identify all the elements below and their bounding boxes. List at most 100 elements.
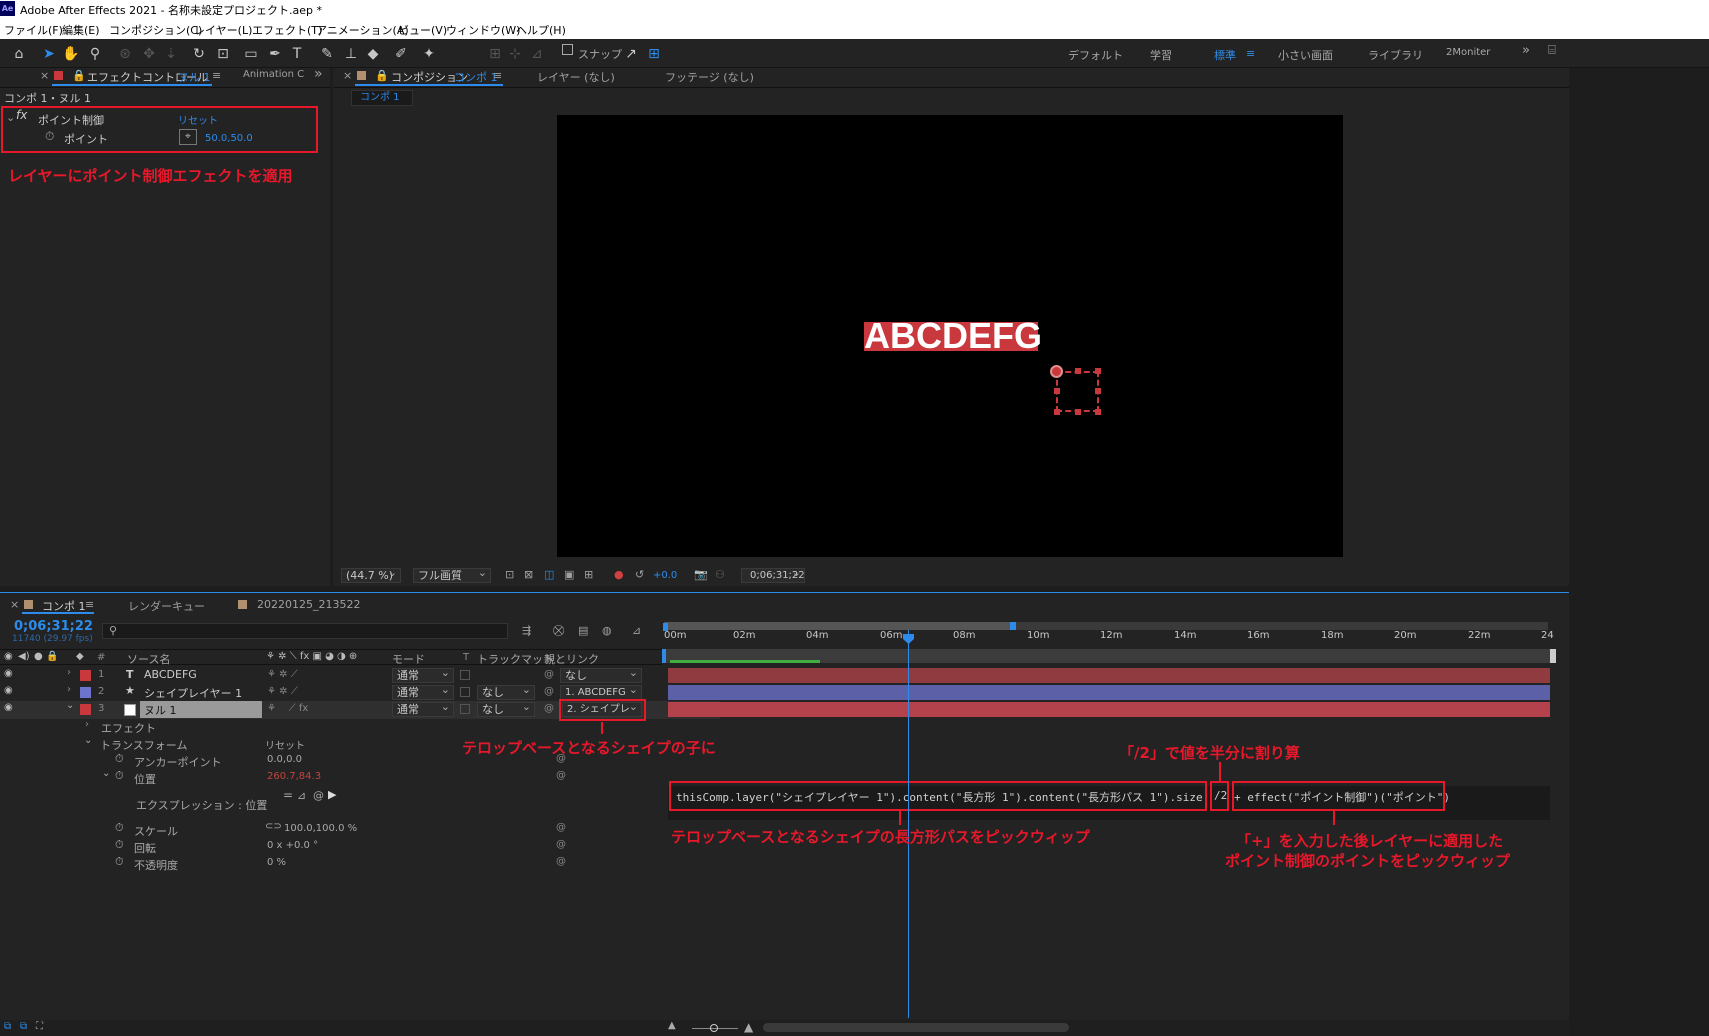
expression-language-menu-icon[interactable]: ▶ [328, 788, 336, 801]
transform-reset-link[interactable]: リセット [265, 737, 305, 752]
expression-part-divide[interactable]: /2 [1214, 789, 1227, 802]
dolly-tool-icon[interactable]: ⇣ [162, 45, 180, 63]
time-ruler[interactable]: 00m 02m 04m 06m 08m 10m 12m 14m 16m 18m … [664, 630, 1554, 648]
workspace-standard[interactable]: 標準 [1214, 47, 1236, 63]
view-axis-icon[interactable]: ⊿ [528, 45, 546, 63]
close-icon[interactable]: × [40, 69, 49, 82]
stopwatch-icon[interactable]: ⏱ [115, 821, 124, 835]
in-out-toggle-icon[interactable]: ⛶ [36, 1021, 43, 1032]
crosshair-icon[interactable]: ⌖ [179, 129, 197, 145]
tab-footage[interactable]: フッテージ (なし) [665, 69, 754, 85]
timeline-timecode[interactable]: 0;06;31;22 [14, 619, 93, 634]
world-axis-icon[interactable]: ⊹ [506, 45, 524, 63]
brush-tool-icon[interactable]: ✎ [318, 45, 336, 63]
zoom-in-icon[interactable]: ▲ [744, 1020, 753, 1034]
transparency-grid-icon[interactable]: ⊠ [524, 568, 533, 581]
parent-dropdown[interactable]: なし [560, 666, 642, 683]
stamp-tool-icon[interactable]: ⊥ [342, 45, 360, 63]
motion-blur-icon[interactable]: ◍ [602, 624, 612, 637]
timeline-zoom-slider[interactable] [710, 1024, 718, 1032]
layer-bar-3[interactable] [668, 702, 1550, 717]
menu-animation[interactable]: アニメーション(A) [316, 22, 409, 38]
chevron-down-icon[interactable]: ⌄ [6, 111, 15, 124]
anchor-tool-icon[interactable]: ⊡ [214, 45, 232, 63]
mode-dropdown[interactable]: 通常 [392, 700, 454, 717]
layer-row[interactable]: ◉ › 1 T ABCDEFG ⚘ ✲ ⟋ 通常 @ なし [0, 666, 720, 685]
rectangle-tool-icon[interactable]: ▭ [242, 45, 260, 63]
workspace-default[interactable]: デフォルト [1068, 47, 1123, 63]
menu-composition[interactable]: コンポジション(C) [109, 22, 202, 38]
axis-icon[interactable]: ⊞ [486, 45, 504, 63]
workspace-menu-icon[interactable]: ≡ [1246, 47, 1255, 60]
current-time-indicator[interactable] [908, 630, 909, 1018]
scale-value[interactable]: 100.0,100.0 % [284, 823, 357, 834]
prop-effects[interactable]: エフェクト [101, 720, 156, 736]
tab-menu-icon[interactable]: ≡ [85, 598, 94, 611]
timeline-navigator[interactable] [664, 649, 1554, 663]
tab-render-queue[interactable]: レンダーキュー [128, 598, 205, 614]
snap-checkbox[interactable] [562, 44, 573, 55]
mode-dropdown[interactable]: 通常 [392, 666, 454, 683]
selection-tool-icon[interactable]: ➤ [40, 45, 58, 63]
home-icon[interactable]: ⌂ [10, 45, 28, 63]
stopwatch-icon[interactable]: ⏱ [115, 752, 124, 766]
layer-bar-2[interactable] [668, 685, 1550, 700]
tab-layer-name[interactable]: ヌル 1 [178, 69, 211, 85]
exposure-reset-icon[interactable]: ↺ [635, 568, 644, 581]
current-time-field[interactable]: 0;06;31;22 [741, 566, 805, 583]
anchor-point-icon[interactable] [1050, 365, 1063, 378]
header-source-name[interactable]: ソース名 [127, 651, 170, 667]
trackmatte-dropdown[interactable]: なし [477, 683, 535, 700]
more-tabs-icon[interactable]: » [314, 66, 323, 82]
eye-icon[interactable]: ◉ [4, 685, 13, 696]
effect-reset-link[interactable]: リセット [178, 112, 218, 127]
expression-part-effect[interactable]: + effect("ポイント制御")("ポイント") [1234, 789, 1450, 805]
mask-visibility-icon[interactable]: ◫ [544, 568, 554, 581]
label-swatch[interactable] [80, 687, 91, 698]
menu-window[interactable]: ウィンドウ(W) [446, 22, 520, 38]
tab-menu-icon[interactable]: ≡ [493, 69, 502, 82]
mode-dropdown[interactable]: 通常 [392, 683, 454, 700]
layer-name[interactable]: ヌル 1 [144, 702, 177, 718]
tab-animation[interactable]: Animation C [243, 69, 304, 80]
trackmatte-dropdown[interactable]: なし [477, 700, 535, 717]
exposure-value[interactable]: +0.0 [653, 570, 677, 581]
pan-tool-icon[interactable]: ✥ [140, 45, 158, 63]
shy-layers-icon[interactable]: ⛒ [553, 624, 564, 638]
zoom-out-icon[interactable]: ▲ [668, 1020, 676, 1031]
layer-bar-1[interactable] [668, 668, 1550, 683]
search-help-icon[interactable]: ⌸ [1548, 43, 1556, 58]
point-value[interactable]: 50.0,50.0 [205, 133, 253, 144]
orbit-tool-icon[interactable]: ⊛ [116, 45, 134, 63]
fast-preview-icon[interactable]: ⊡ [505, 568, 514, 581]
eye-icon[interactable]: ◉ [4, 702, 13, 713]
show-snapshot-icon[interactable]: ⚇ [715, 568, 725, 581]
lock-icon[interactable]: 🔒 [72, 69, 86, 82]
workspace-libraries[interactable]: ライブラリ [1368, 47, 1423, 63]
workspace-2moniter[interactable]: 2Moniter [1446, 47, 1490, 58]
more-workspaces-icon[interactable]: » [1522, 43, 1530, 58]
close-icon[interactable]: × [10, 598, 19, 611]
expression-enable-icon[interactable]: = [283, 788, 293, 802]
graph-editor-icon[interactable]: ⊿ [632, 624, 641, 637]
comp-mini-flowchart-icon[interactable]: ⇶ [522, 624, 531, 637]
pickwhip-icon[interactable]: @ [544, 686, 554, 697]
position-value[interactable]: 260.7,84.3 [267, 771, 321, 782]
prop-transform[interactable]: トランスフォーム [100, 737, 187, 753]
grid-guides-icon[interactable]: ⊞ [584, 568, 593, 581]
pickwhip-icon[interactable]: @ [544, 703, 554, 714]
tab-comp-2[interactable]: 20220125_213522 [257, 598, 360, 611]
stopwatch-icon[interactable]: ⏱ [115, 838, 124, 852]
eraser-tool-icon[interactable]: ◆ [364, 45, 382, 63]
layer-search-input[interactable]: ⚲ [102, 623, 508, 639]
pickwhip-icon[interactable]: @ [544, 669, 554, 680]
zoom-tool-icon[interactable]: ⚲ [86, 45, 104, 63]
transfer-controls-toggle-icon[interactable]: ⧉ [20, 1021, 27, 1032]
layer-switches[interactable]: ⚘ ✲ ⟋ [267, 669, 298, 680]
stopwatch-icon[interactable]: ⏱ [115, 769, 124, 783]
opacity-value[interactable]: 0 % [267, 857, 286, 868]
stopwatch-icon[interactable]: ⏱ [115, 855, 124, 869]
region-icon[interactable]: ▣ [564, 568, 574, 581]
tab-comp-name[interactable]: コンポ 1 [454, 69, 498, 85]
chevron-down-icon[interactable]: ⌄ [84, 735, 92, 746]
